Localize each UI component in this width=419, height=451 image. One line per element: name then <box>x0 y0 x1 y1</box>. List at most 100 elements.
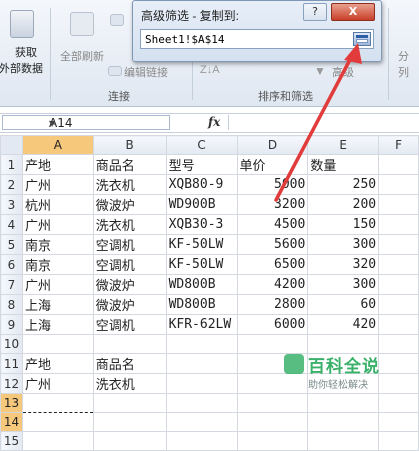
cell[interactable]: 6000 <box>236 314 309 335</box>
cell[interactable]: 微波炉 <box>92 274 167 295</box>
cell[interactable] <box>165 393 238 413</box>
row-header[interactable]: 10 <box>0 334 23 354</box>
cell[interactable] <box>307 431 380 451</box>
select-all-corner[interactable] <box>0 135 23 155</box>
cell[interactable] <box>165 373 238 394</box>
cell[interactable]: 空调机 <box>92 234 167 255</box>
cell[interactable] <box>21 334 94 354</box>
cell[interactable] <box>307 412 380 432</box>
cell[interactable]: 3200 <box>236 194 309 215</box>
row-header[interactable]: 3 <box>0 194 23 215</box>
help-button[interactable]: ? <box>303 3 327 21</box>
name-box[interactable]: A14 ▼ <box>2 115 170 130</box>
cell[interactable]: WD800B <box>165 294 238 315</box>
cell[interactable] <box>92 334 167 354</box>
cell[interactable]: 2800 <box>236 294 309 315</box>
cell[interactable]: 微波炉 <box>92 294 167 315</box>
cell[interactable]: 150 <box>307 214 380 235</box>
row-header[interactable]: 15 <box>0 431 23 451</box>
copy-to-range-field[interactable] <box>140 29 374 49</box>
cell[interactable] <box>378 274 419 295</box>
cell[interactable]: 60 <box>307 294 380 315</box>
cell[interactable]: 产地 <box>21 154 94 175</box>
row-header[interactable]: 12 <box>0 373 23 394</box>
cell[interactable]: XQB30-3 <box>165 214 238 235</box>
row-header[interactable]: 8 <box>0 294 23 315</box>
cell[interactable]: KFR-62LW <box>165 314 238 335</box>
cell[interactable] <box>165 334 238 354</box>
cell[interactable]: 广州 <box>21 214 94 235</box>
cell[interactable]: 型号 <box>165 154 238 175</box>
cell[interactable]: 商品名 <box>92 353 167 374</box>
refresh-all-button[interactable]: 全部刷新 <box>60 48 104 64</box>
cell[interactable] <box>378 174 419 195</box>
cell[interactable]: KF-50LW <box>165 234 238 255</box>
cell[interactable]: 4500 <box>236 214 309 235</box>
row-header[interactable]: 9 <box>0 314 23 335</box>
cell[interactable]: WD800B <box>165 274 238 295</box>
cell[interactable]: 320 <box>307 254 380 275</box>
column-header-d[interactable]: D <box>236 135 309 155</box>
cell[interactable]: 广州 <box>21 373 94 394</box>
cell[interactable] <box>378 254 419 275</box>
cell[interactable]: WD900B <box>165 194 238 215</box>
cell[interactable]: 洗衣机 <box>92 214 167 235</box>
cell[interactable]: 300 <box>307 274 380 295</box>
cell[interactable] <box>378 294 419 315</box>
cell[interactable] <box>236 412 309 432</box>
cell[interactable]: 上海 <box>21 294 94 315</box>
cell[interactable] <box>378 154 419 175</box>
cell[interactable]: 广州 <box>21 174 94 195</box>
cell[interactable]: 广州 <box>21 274 94 295</box>
expand-dialog-icon[interactable] <box>353 32 371 46</box>
row-header[interactable]: 13 <box>0 393 23 413</box>
cell[interactable]: KF-50LW <box>165 254 238 275</box>
column-header-c[interactable]: C <box>165 135 238 155</box>
cell[interactable] <box>378 431 419 451</box>
chevron-down-icon[interactable]: ▼ <box>49 116 167 131</box>
cell[interactable]: 南京 <box>21 234 94 255</box>
copy-to-range-input[interactable] <box>141 30 349 48</box>
cell[interactable]: 6500 <box>236 254 309 275</box>
sort-za-button[interactable]: Z↓A <box>200 64 220 76</box>
cell[interactable]: 空调机 <box>92 254 167 275</box>
row-header[interactable]: 14 <box>0 412 23 432</box>
cell[interactable]: 产地 <box>21 353 94 374</box>
cell[interactable] <box>236 431 309 451</box>
cell[interactable] <box>378 214 419 235</box>
row-header[interactable]: 5 <box>0 234 23 255</box>
text-to-columns-button[interactable]: 分列 <box>398 48 419 80</box>
row-header[interactable]: 2 <box>0 174 23 195</box>
cell[interactable]: XQB80-9 <box>165 174 238 195</box>
cell[interactable]: 4200 <box>236 274 309 295</box>
row-header[interactable]: 6 <box>0 254 23 275</box>
cell[interactable]: 微波炉 <box>92 194 167 215</box>
cell[interactable] <box>21 393 94 413</box>
cell[interactable] <box>21 431 94 451</box>
cell[interactable]: 数量 <box>307 154 380 175</box>
row-header[interactable]: 4 <box>0 214 23 235</box>
cell[interactable] <box>92 431 167 451</box>
cell[interactable]: 300 <box>307 234 380 255</box>
get-external-data-button[interactable]: 获取 外部数据 <box>0 44 46 76</box>
cell[interactable] <box>92 393 167 413</box>
cell[interactable] <box>378 412 419 432</box>
cell[interactable] <box>165 353 238 374</box>
row-header[interactable]: 7 <box>0 274 23 295</box>
cell[interactable]: 洗衣机 <box>92 174 167 195</box>
cell[interactable]: 南京 <box>21 254 94 275</box>
cell[interactable]: 200 <box>307 194 380 215</box>
cell[interactable]: 单价 <box>236 154 309 175</box>
edit-links-button[interactable]: 编辑链接 <box>124 64 168 80</box>
cell[interactable]: 空调机 <box>92 314 167 335</box>
cell[interactable] <box>165 431 238 451</box>
cell[interactable]: 上海 <box>21 314 94 335</box>
close-button[interactable]: X <box>331 3 375 21</box>
cell[interactable] <box>92 412 167 432</box>
row-header[interactable]: 1 <box>0 154 23 175</box>
cell[interactable]: 5000 <box>236 174 309 195</box>
cell[interactable]: 5600 <box>236 234 309 255</box>
column-header-f[interactable]: F <box>378 135 419 155</box>
cell[interactable]: 420 <box>307 314 380 335</box>
cell[interactable]: 杭州 <box>21 194 94 215</box>
